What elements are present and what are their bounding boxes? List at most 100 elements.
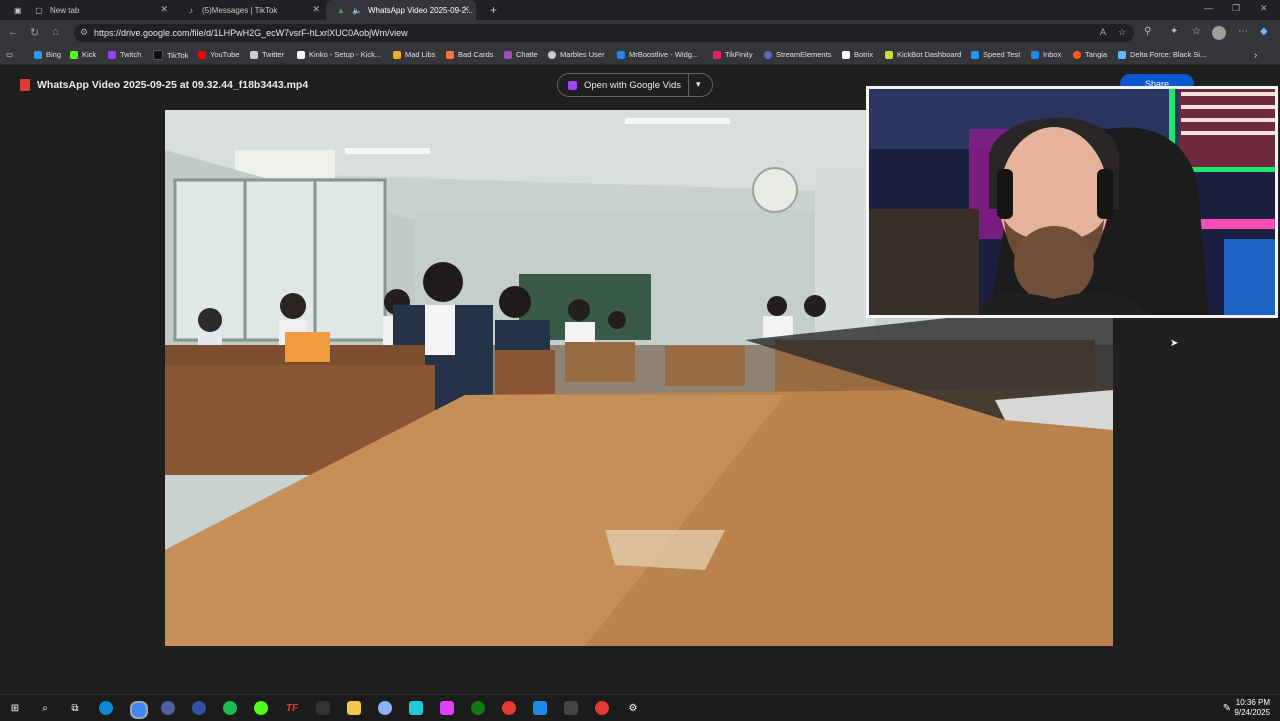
bookmark-item[interactable]: KickBot Dashboard bbox=[885, 50, 961, 59]
kick-icon[interactable] bbox=[254, 701, 268, 715]
youtube-icon bbox=[198, 50, 206, 59]
read-aloud-icon[interactable]: A bbox=[1100, 27, 1106, 37]
tf-icon[interactable]: TF bbox=[285, 701, 299, 715]
chevron-down-icon[interactable]: ▾ bbox=[696, 79, 701, 90]
settings-icon[interactable]: ⚙ bbox=[626, 701, 640, 715]
reload-icon[interactable]: ↻ bbox=[30, 26, 39, 39]
app-icon[interactable] bbox=[595, 701, 609, 715]
bookmark-item[interactable]: TikFinity bbox=[713, 50, 753, 59]
bookmark-item[interactable]: Botrix bbox=[842, 50, 873, 59]
mrboost-icon bbox=[617, 50, 625, 59]
speaker-icon[interactable]: 🔈 bbox=[352, 5, 362, 15]
xbox-icon[interactable] bbox=[471, 701, 485, 715]
minimize-icon[interactable]: — bbox=[1204, 3, 1213, 13]
bookmark-item[interactable]: Chatle bbox=[504, 50, 538, 59]
deltaforce-icon bbox=[1118, 50, 1126, 59]
extensions-icon[interactable]: ⚲ bbox=[1144, 26, 1151, 37]
star-icon[interactable]: ☆ bbox=[1118, 27, 1126, 38]
bookmark-item[interactable]: Bing bbox=[34, 50, 61, 59]
webcam-overlay bbox=[866, 86, 1278, 318]
more-menu-icon[interactable]: ⋯ bbox=[1238, 26, 1248, 37]
botrix-icon bbox=[842, 50, 850, 59]
open-with-label: Open with Google Vids bbox=[584, 80, 681, 91]
bookmark-item[interactable]: Twitch bbox=[108, 50, 141, 59]
obs-icon[interactable] bbox=[316, 701, 330, 715]
video-file-icon bbox=[20, 79, 30, 91]
clock-date: 9/24/2025 bbox=[1234, 708, 1270, 717]
bookmark-item[interactable]: Kinko - Setup - Kick... bbox=[297, 50, 381, 59]
x-icon bbox=[250, 50, 258, 59]
edge-icon[interactable] bbox=[99, 701, 113, 715]
maximize-icon[interactable]: ❐ bbox=[1232, 3, 1240, 14]
home-icon[interactable]: ⌂ bbox=[52, 26, 59, 38]
close-icon[interactable]: ✕ bbox=[312, 4, 320, 15]
kick-icon bbox=[70, 50, 78, 59]
bookmark-item[interactable]: StreamElements bbox=[764, 50, 831, 59]
bookmark-item[interactable]: TikTok bbox=[153, 50, 188, 60]
app-icon[interactable] bbox=[161, 701, 175, 715]
close-icon[interactable]: ✕ bbox=[462, 4, 470, 15]
kinko-icon bbox=[297, 50, 305, 59]
open-with-button[interactable]: Open with Google Vids ▾ bbox=[557, 73, 713, 97]
bookmark-item[interactable]: Inbox bbox=[1031, 50, 1061, 59]
app-icon[interactable] bbox=[409, 701, 423, 715]
bookmark-item[interactable]: Tangia bbox=[1073, 50, 1107, 59]
bookmark-item[interactable]: Kick bbox=[70, 50, 96, 59]
tab-new-tab[interactable]: ▢ New tab ✕ bbox=[24, 0, 174, 20]
chrome-icon[interactable] bbox=[130, 701, 148, 719]
streamer-webcam-frame bbox=[869, 89, 1275, 315]
task-view-icon[interactable]: ⧉ bbox=[68, 701, 82, 715]
copilot-icon[interactable]: ◆ bbox=[1260, 26, 1268, 37]
bookmark-item[interactable]: Speed Test bbox=[971, 50, 1020, 59]
bookmark-item[interactable]: MrBoostlive - Widg... bbox=[617, 50, 698, 59]
chevron-right-icon[interactable]: › bbox=[1254, 50, 1257, 61]
tab-title: New tab bbox=[50, 5, 80, 15]
windows-start-icon[interactable]: ⊞ bbox=[8, 701, 22, 715]
tab-tiktok[interactable]: ♪ (5)Messages | TikTok ✕ bbox=[176, 0, 326, 20]
url-text: https://drive.google.com/file/d/1LHPwH2G… bbox=[94, 28, 408, 38]
tab-drive-video[interactable]: ▲ 🔈 WhatsApp Video 2025-09-2... ✕ bbox=[326, 0, 476, 20]
favorites-icon[interactable]: ☆ bbox=[1192, 26, 1201, 37]
tiktok-icon bbox=[153, 50, 163, 60]
app-icon[interactable] bbox=[564, 701, 578, 715]
search-icon[interactable]: ⌕ bbox=[38, 701, 52, 715]
tangia-icon bbox=[1073, 50, 1081, 59]
speedtest-icon bbox=[971, 50, 979, 59]
pen-icon[interactable]: ✎ bbox=[1220, 701, 1234, 715]
browser-toolbar: ← ↻ ⌂ ⚙ https://drive.google.com/file/d/… bbox=[0, 20, 1280, 46]
profile-avatar-icon[interactable] bbox=[1212, 26, 1226, 40]
app-icon[interactable] bbox=[440, 701, 454, 715]
spotify-icon[interactable] bbox=[223, 701, 237, 715]
address-bar[interactable]: ⚙ https://drive.google.com/file/d/1LHPwH… bbox=[74, 24, 1134, 42]
app-icon[interactable] bbox=[533, 701, 547, 715]
tab-title: WhatsApp Video 2025-09-2... bbox=[368, 5, 473, 15]
bookmark-item[interactable]: Bad Cards bbox=[446, 50, 493, 59]
bookmark-item[interactable]: Mad Libs bbox=[393, 50, 435, 59]
file-title: WhatsApp Video 2025-09-25 at 09.32.44_f1… bbox=[37, 79, 309, 91]
bookmarks-menu-icon[interactable]: ▭ bbox=[6, 50, 13, 59]
folder-icon[interactable] bbox=[347, 701, 361, 715]
twitch-icon bbox=[108, 50, 116, 59]
close-window-icon[interactable]: ✕ bbox=[1260, 3, 1268, 14]
site-info-icon[interactable]: ⚙ bbox=[80, 27, 88, 38]
app-icon[interactable] bbox=[378, 701, 392, 715]
app-icon[interactable] bbox=[502, 701, 516, 715]
bookmark-item[interactable]: Twitter bbox=[250, 50, 284, 59]
tab-actions-icon[interactable]: ▣ bbox=[4, 0, 22, 20]
clock-time: 10:36 PM bbox=[1235, 698, 1270, 707]
bookmark-item[interactable]: Delta Force: Black Si... bbox=[1118, 50, 1206, 59]
globe-icon bbox=[548, 50, 556, 59]
bookmark-item[interactable]: YouTube bbox=[198, 50, 239, 59]
new-tab-button[interactable]: + bbox=[480, 0, 500, 20]
windows-taskbar: ⊞ ⌕ ⧉ TF ⚙ ✎ 10:36 PM 9/24/2025 bbox=[0, 694, 1280, 721]
bookmark-item[interactable]: Marbles User bbox=[548, 50, 605, 59]
puzzle-icon[interactable]: ✦ bbox=[1170, 26, 1178, 37]
divider bbox=[688, 74, 689, 96]
mouse-cursor-icon: ➤ bbox=[1170, 338, 1179, 349]
close-icon[interactable]: ✕ bbox=[160, 4, 168, 15]
system-clock[interactable]: 10:36 PM 9/24/2025 bbox=[1234, 698, 1270, 718]
back-icon[interactable]: ← bbox=[8, 26, 19, 38]
app-icon[interactable] bbox=[192, 701, 206, 715]
inbox-icon bbox=[1031, 50, 1039, 59]
chatle-icon bbox=[504, 50, 512, 59]
